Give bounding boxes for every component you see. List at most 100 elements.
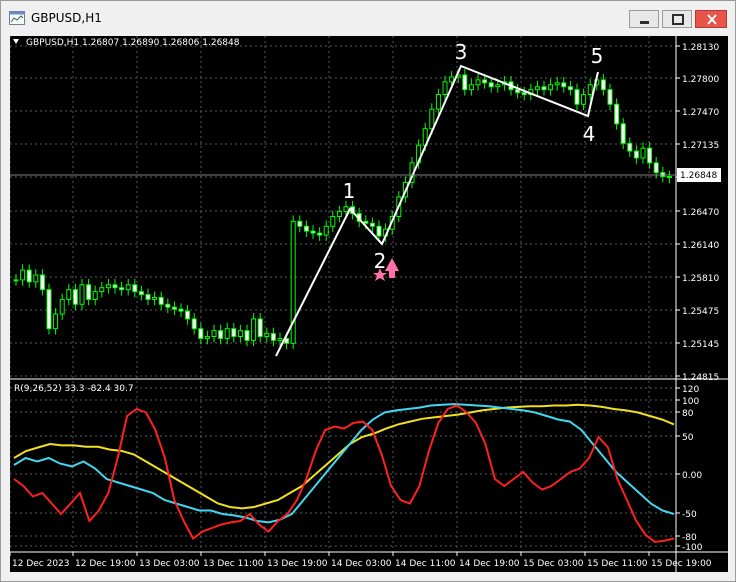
- candle-body: [343, 206, 349, 213]
- candle-body: [581, 94, 587, 105]
- time-tick-label: 13 Dec 03:00: [139, 559, 200, 569]
- candle-body: [376, 225, 382, 237]
- candle-body: [614, 103, 620, 125]
- candles: [13, 69, 672, 350]
- yellow-line: [13, 403, 675, 510]
- candle-body: [277, 337, 283, 341]
- candle-body: [257, 318, 263, 337]
- candle-body: [33, 274, 39, 283]
- candle-body: [317, 232, 323, 236]
- time-tick-label: 14 Dec 03:00: [331, 559, 392, 569]
- close-icon: [707, 14, 717, 25]
- candle-body: [66, 289, 72, 300]
- time-tick-label: 12 Dec 2023: [12, 559, 70, 569]
- candle-body: [132, 284, 138, 293]
- maximize-button[interactable]: [662, 10, 692, 28]
- indicator-tick-label: 50: [682, 433, 694, 443]
- price-tick-label: 1.25145: [682, 340, 719, 350]
- candle-body: [79, 284, 85, 305]
- time-tick-label: 14 Dec 11:00: [395, 559, 456, 569]
- candle-body: [647, 147, 653, 164]
- price-tick-label: 1.25810: [682, 274, 719, 284]
- candle-body: [587, 84, 593, 96]
- minimize-button[interactable]: [629, 10, 659, 28]
- candle-body: [620, 123, 626, 144]
- candle-body: [653, 162, 659, 174]
- candle-body: [468, 84, 474, 91]
- candle-body: [53, 313, 59, 330]
- candle-body: [330, 215, 336, 227]
- price-tick-label: 1.28130: [682, 43, 719, 53]
- candle-body: [39, 274, 45, 291]
- time-tick-label: 15 Dec 03:00: [523, 559, 584, 569]
- candle-body: [92, 291, 98, 300]
- candle-body: [145, 294, 151, 300]
- candle-body: [86, 284, 92, 300]
- indicator-tick-label: -50: [682, 510, 697, 520]
- candle-body: [231, 328, 237, 337]
- candle-body: [336, 211, 342, 217]
- time-tick-label: 15 Dec 11:00: [587, 559, 648, 569]
- candle-body: [152, 296, 158, 300]
- candle-body: [640, 147, 646, 159]
- candle-body: [125, 284, 131, 291]
- candle-body: [218, 330, 224, 339]
- candle-body: [237, 330, 243, 337]
- chart-area[interactable]: GBPUSD,H1 1.26807 1.26890 1.26806 1.2684…: [10, 36, 728, 572]
- candle-body: [59, 298, 65, 315]
- candle-body: [627, 142, 633, 152]
- candle-body: [26, 269, 32, 283]
- candle-body: [46, 289, 52, 330]
- window: GBPUSD,H1 GBPUSD,H1 1.26807 1.26890 1.26…: [0, 0, 736, 582]
- price-axis: 1.281301.278001.274701.271351.268051.264…: [676, 43, 719, 383]
- dropdown-triangle-icon[interactable]: [13, 39, 19, 44]
- wave-label-1: 1: [343, 179, 356, 203]
- current-price-label: 1.26848: [680, 171, 717, 181]
- candle-body: [198, 328, 204, 339]
- candle-body: [561, 82, 567, 88]
- candle-body: [495, 84, 501, 88]
- candle-body: [475, 79, 481, 86]
- candle-body: [185, 310, 191, 320]
- title-bar[interactable]: GBPUSD,H1: [1, 1, 735, 35]
- indicator-tick-label: -80: [682, 533, 697, 543]
- candle-body: [515, 89, 521, 94]
- candle-body: [310, 230, 316, 234]
- wave-label-5: 5: [591, 44, 604, 68]
- price-tick-label: 1.24815: [682, 373, 719, 383]
- grid: [10, 36, 676, 552]
- indicator-axis: 12010080500.00-50-80-100: [676, 385, 703, 553]
- indicator-tick-label: 120: [682, 385, 699, 395]
- candle-body: [607, 89, 613, 105]
- symbol-price-header: GBPUSD,H1 1.26807 1.26890 1.26806 1.2684…: [26, 38, 240, 48]
- candle-body: [297, 220, 303, 227]
- indicator-header: R(9,26,52) 33.3 -82.4 30.7: [14, 384, 134, 394]
- candle-body: [449, 76, 455, 83]
- indicator-tick-label: 0.00: [682, 471, 702, 481]
- candle-body: [429, 108, 435, 130]
- candle-body: [369, 222, 375, 227]
- price-tick-label: 1.25475: [682, 307, 719, 317]
- candle-body: [264, 333, 270, 337]
- candle-body: [171, 306, 177, 310]
- candle-body: [323, 225, 329, 236]
- close-button[interactable]: [695, 10, 727, 28]
- price-tick-label: 1.26470: [682, 208, 719, 218]
- candle-body: [482, 79, 488, 84]
- candle-body: [178, 308, 184, 312]
- candle-body: [363, 220, 369, 224]
- candle-body: [204, 335, 210, 339]
- candle-body: [270, 333, 276, 341]
- wave-label-4: 4: [583, 122, 596, 146]
- price-tick-label: 1.27470: [682, 108, 719, 118]
- time-tick-label: 12 Dec 19:00: [75, 559, 136, 569]
- indicator-tick-label: 100: [682, 397, 699, 407]
- candle-body: [251, 318, 257, 341]
- candle-body: [105, 284, 111, 289]
- candle-body: [244, 330, 250, 341]
- candle-body: [158, 296, 164, 305]
- chart-canvas[interactable]: GBPUSD,H1 1.26807 1.26890 1.26806 1.2684…: [10, 36, 728, 572]
- candle-body: [119, 287, 125, 291]
- price-tick-label: 1.27800: [682, 75, 719, 85]
- candle-body: [666, 175, 672, 178]
